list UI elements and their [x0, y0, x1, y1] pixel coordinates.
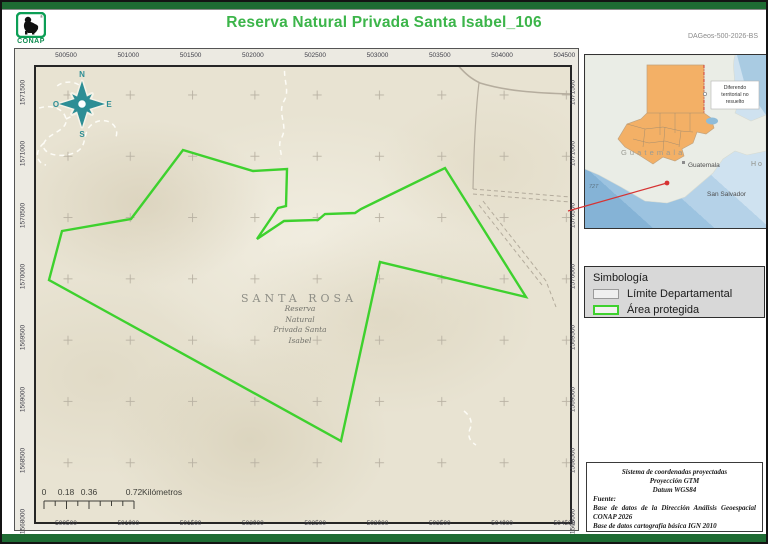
conap-logo: ® — [16, 12, 46, 38]
document-code: DAGeos-500-2026-BS — [688, 33, 758, 40]
easting-label-bottom: 504500 — [544, 520, 584, 527]
easting-label-bottom: 501000 — [108, 520, 148, 527]
protected-area-swatch — [593, 305, 619, 315]
legend-item-label: Límite Departamental — [627, 288, 732, 300]
compass-east-label: E — [106, 100, 112, 109]
datum-line: Datum WGS84 — [593, 486, 756, 495]
source-line-2: Base de datos cartografía básica IGN 201… — [593, 522, 756, 531]
inset-note-line-1: Diferendo — [724, 85, 747, 91]
reserve-name-label: Reserva Natural Privada Santa Isabel — [240, 304, 360, 346]
northing-label-left: 1571500 — [20, 73, 27, 113]
legend-title: Simbología — [593, 272, 764, 284]
northing-label-left: 1569000 — [20, 379, 27, 419]
scale-bar: 0 0.18 0.36 0.72 Kilómetros — [38, 487, 213, 515]
legend-item-departmental: Límite Departamental — [593, 288, 764, 300]
easting-label-top: 501500 — [171, 52, 211, 59]
northing-label-left: 1570500 — [20, 195, 27, 235]
inset-capital-label: Guatemala — [688, 162, 720, 169]
compass-star — [59, 81, 105, 127]
northing-label-right: 1571000 — [570, 134, 577, 174]
northing-label-right: 1568500 — [570, 440, 577, 480]
easting-label-bottom: 502500 — [295, 520, 335, 527]
inset-locator-map: Diferendo territorial no resuelto G u a … — [584, 54, 767, 229]
northing-label-right: 1569500 — [570, 318, 577, 358]
compass-rose: N E S O — [53, 69, 113, 139]
northing-label-right: 1570500 — [570, 195, 577, 235]
reserve-line-2: Natural — [240, 315, 360, 326]
scale-label-036: 0.36 — [81, 487, 98, 497]
easting-label-bottom: 500500 — [46, 520, 86, 527]
northing-label-left: 1568500 — [20, 440, 27, 480]
inset-note-line-2: territorial no — [721, 92, 749, 98]
inset-city-marker — [682, 161, 685, 164]
conap-logo-text: CONAP — [12, 38, 50, 45]
northing-label-right: 1570000 — [570, 256, 577, 296]
legend-box: Simbología Límite Departamental Área pro… — [584, 266, 765, 318]
easting-label-top: 500500 — [46, 52, 86, 59]
departmental-boundary-swatch — [593, 289, 619, 299]
scale-ticks — [38, 499, 148, 511]
projection-line: Proyección GTM — [593, 477, 756, 486]
northing-label-right: 1568000 — [570, 502, 577, 542]
northing-label-left: 1571000 — [20, 134, 27, 174]
inset-lake-izabal — [706, 118, 718, 125]
scale-unit-label: Kilómetros — [142, 487, 182, 497]
compass-south-label: S — [79, 130, 85, 139]
source-title: Fuente: — [593, 495, 756, 504]
easting-label-top: 504500 — [544, 52, 584, 59]
legend-item-label: Área protegida — [627, 304, 699, 316]
inset-grid-zone-label: 72T — [589, 184, 599, 190]
reserve-line-4: Isabel — [240, 336, 360, 347]
easting-label-bottom: 504000 — [482, 520, 522, 527]
page-title: Reserva Natural Privada Santa Isabel_106 — [100, 14, 668, 32]
easting-label-bottom: 503000 — [358, 520, 398, 527]
scale-label-018: 0.18 — [58, 487, 75, 497]
easting-label-top: 503000 — [358, 52, 398, 59]
compass-west-label: O — [53, 100, 59, 109]
inset-honduras-fragment: H o — [751, 161, 762, 168]
easting-label-bottom: 502000 — [233, 520, 273, 527]
northing-label-left: 1570000 — [20, 256, 27, 296]
registered-mark: ® — [40, 14, 43, 19]
crs-line: Sistema de coordenadas proyectadas — [593, 468, 756, 477]
easting-label-top: 503500 — [420, 52, 460, 59]
inset-note-marker — [703, 92, 706, 95]
bottom-green-band — [2, 534, 766, 542]
northing-label-right: 1569000 — [570, 379, 577, 419]
inset-san-salvador-label: San Salvador — [707, 191, 747, 198]
top-green-band — [2, 2, 766, 10]
legend-item-protected: Área protegida — [593, 304, 764, 316]
scale-label-072: 0.72 — [126, 487, 143, 497]
northing-label-right: 1571500 — [570, 73, 577, 113]
easting-label-top: 502500 — [295, 52, 335, 59]
compass-north-label: N — [79, 70, 85, 79]
easting-label-bottom: 503500 — [420, 520, 460, 527]
easting-label-top: 504000 — [482, 52, 522, 59]
credits-box: Sistema de coordenadas proyectadas Proye… — [586, 462, 763, 532]
easting-label-bottom: 501500 — [171, 520, 211, 527]
scale-label-0: 0 — [42, 487, 47, 497]
reserve-line-3: Privada Santa — [240, 325, 360, 336]
northing-label-left: 1568000 — [20, 502, 27, 542]
reserve-line-1: Reserva — [240, 304, 360, 315]
easting-label-top: 502000 — [233, 52, 273, 59]
inset-note-line-3: resuelto — [726, 99, 745, 105]
northing-label-left: 1569500 — [20, 318, 27, 358]
inset-country-label: G u a t e m a l a — [621, 148, 683, 157]
easting-label-top: 501000 — [108, 52, 148, 59]
map-canvas: SANTA ROSA Reserva Natural Privada Santa… — [34, 65, 572, 524]
source-line-1: Base de datos de la Dirección Análisis G… — [593, 504, 756, 522]
map-frame: SANTA ROSA Reserva Natural Privada Santa… — [14, 48, 579, 531]
